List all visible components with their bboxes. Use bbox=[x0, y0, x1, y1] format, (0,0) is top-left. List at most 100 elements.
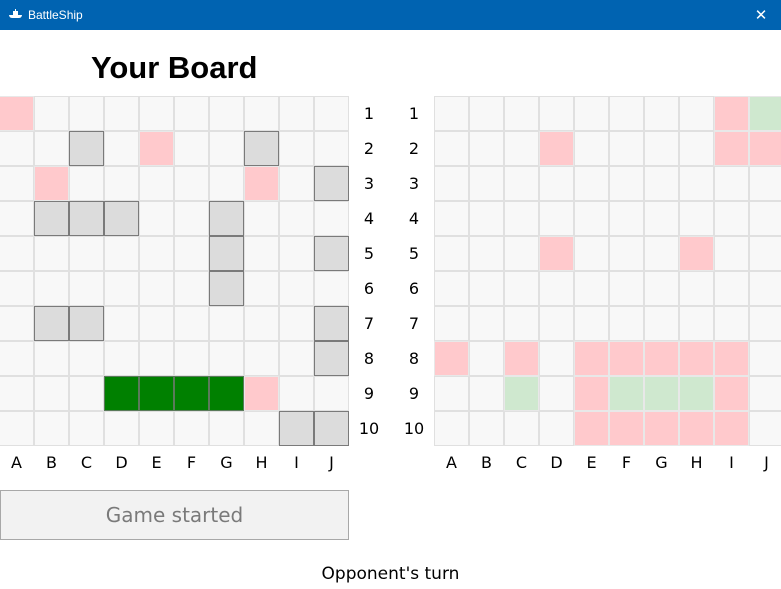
player_board-cell-j1[interactable] bbox=[314, 96, 349, 131]
opponent_board-cell-g5[interactable] bbox=[644, 236, 679, 271]
player_board-cell-e8[interactable] bbox=[139, 341, 174, 376]
opponent_board-cell-j2[interactable] bbox=[749, 131, 781, 166]
player_board-cell-c4[interactable] bbox=[69, 201, 104, 236]
player_board-cell-f10[interactable] bbox=[174, 411, 209, 446]
opponent_board-cell-c2[interactable] bbox=[504, 131, 539, 166]
player_board-cell-b10[interactable] bbox=[34, 411, 69, 446]
player_board-cell-f5[interactable] bbox=[174, 236, 209, 271]
opponent_board-cell-d1[interactable] bbox=[539, 96, 574, 131]
opponent_board-cell-b9[interactable] bbox=[469, 376, 504, 411]
opponent_board-cell-f1[interactable] bbox=[609, 96, 644, 131]
player_board-cell-j8[interactable] bbox=[314, 341, 349, 376]
player_board-cell-i9[interactable] bbox=[279, 376, 314, 411]
player_board-cell-c8[interactable] bbox=[69, 341, 104, 376]
opponent_board-cell-j10[interactable] bbox=[749, 411, 781, 446]
player_board-cell-g10[interactable] bbox=[209, 411, 244, 446]
opponent_board-cell-d9[interactable] bbox=[539, 376, 574, 411]
opponent_board-cell-f7[interactable] bbox=[609, 306, 644, 341]
player_board-cell-d10[interactable] bbox=[104, 411, 139, 446]
player_board-cell-c1[interactable] bbox=[69, 96, 104, 131]
opponent_board-cell-g10[interactable] bbox=[644, 411, 679, 446]
opponent_board-cell-f2[interactable] bbox=[609, 131, 644, 166]
opponent_board-cell-h10[interactable] bbox=[679, 411, 714, 446]
player_board-cell-h10[interactable] bbox=[244, 411, 279, 446]
opponent_board-cell-c8[interactable] bbox=[504, 341, 539, 376]
player_board-cell-e9[interactable] bbox=[139, 376, 174, 411]
opponent_board-cell-c3[interactable] bbox=[504, 166, 539, 201]
opponent_board-cell-j4[interactable] bbox=[749, 201, 781, 236]
player_board-cell-f8[interactable] bbox=[174, 341, 209, 376]
player_board-cell-i2[interactable] bbox=[279, 131, 314, 166]
opponent_board-cell-a1[interactable] bbox=[434, 96, 469, 131]
player_board-cell-g1[interactable] bbox=[209, 96, 244, 131]
opponent_board-cell-a5[interactable] bbox=[434, 236, 469, 271]
player_board-cell-h3[interactable] bbox=[244, 166, 279, 201]
opponent_board-cell-c10[interactable] bbox=[504, 411, 539, 446]
opponent_board-cell-f10[interactable] bbox=[609, 411, 644, 446]
opponent_board-cell-d10[interactable] bbox=[539, 411, 574, 446]
opponent_board-cell-f3[interactable] bbox=[609, 166, 644, 201]
player_board-cell-e3[interactable] bbox=[139, 166, 174, 201]
player_board-cell-h9[interactable] bbox=[244, 376, 279, 411]
opponent_board-cell-g3[interactable] bbox=[644, 166, 679, 201]
opponent_board-cell-i3[interactable] bbox=[714, 166, 749, 201]
opponent_board-cell-j1[interactable] bbox=[749, 96, 781, 131]
opponent_board-cell-e10[interactable] bbox=[574, 411, 609, 446]
player_board-cell-h5[interactable] bbox=[244, 236, 279, 271]
player_board-cell-c3[interactable] bbox=[69, 166, 104, 201]
opponent_board-cell-j7[interactable] bbox=[749, 306, 781, 341]
player_board-cell-b6[interactable] bbox=[34, 271, 69, 306]
player_board-cell-e6[interactable] bbox=[139, 271, 174, 306]
opponent_board-cell-c6[interactable] bbox=[504, 271, 539, 306]
player_board-cell-c10[interactable] bbox=[69, 411, 104, 446]
player_board-cell-j3[interactable] bbox=[314, 166, 349, 201]
opponent_board-cell-i2[interactable] bbox=[714, 131, 749, 166]
opponent_board-cell-b3[interactable] bbox=[469, 166, 504, 201]
opponent_board-cell-j8[interactable] bbox=[749, 341, 781, 376]
opponent_board-cell-g8[interactable] bbox=[644, 341, 679, 376]
player_board-cell-e4[interactable] bbox=[139, 201, 174, 236]
player_board-cell-j2[interactable] bbox=[314, 131, 349, 166]
opponent_board-cell-c7[interactable] bbox=[504, 306, 539, 341]
player_board-cell-h4[interactable] bbox=[244, 201, 279, 236]
opponent_board-cell-f9[interactable] bbox=[609, 376, 644, 411]
opponent_board-cell-j6[interactable] bbox=[749, 271, 781, 306]
opponent_board-cell-a9[interactable] bbox=[434, 376, 469, 411]
player_board-cell-e10[interactable] bbox=[139, 411, 174, 446]
player_board-cell-c7[interactable] bbox=[69, 306, 104, 341]
player_board-cell-j4[interactable] bbox=[314, 201, 349, 236]
player_board-cell-i8[interactable] bbox=[279, 341, 314, 376]
opponent_board-cell-h4[interactable] bbox=[679, 201, 714, 236]
opponent_board-cell-j3[interactable] bbox=[749, 166, 781, 201]
opponent_board-cell-a8[interactable] bbox=[434, 341, 469, 376]
opponent_board-cell-b5[interactable] bbox=[469, 236, 504, 271]
player_board-cell-f6[interactable] bbox=[174, 271, 209, 306]
player_board-cell-h1[interactable] bbox=[244, 96, 279, 131]
player_board-cell-j6[interactable] bbox=[314, 271, 349, 306]
opponent_board-cell-j9[interactable] bbox=[749, 376, 781, 411]
game-status-button[interactable]: Game started bbox=[0, 490, 349, 540]
opponent_board-cell-c4[interactable] bbox=[504, 201, 539, 236]
player_board-cell-a9[interactable] bbox=[0, 376, 34, 411]
player_board-cell-g5[interactable] bbox=[209, 236, 244, 271]
opponent_board-cell-d8[interactable] bbox=[539, 341, 574, 376]
player_board-cell-i1[interactable] bbox=[279, 96, 314, 131]
opponent_board-cell-f6[interactable] bbox=[609, 271, 644, 306]
player_board-cell-a2[interactable] bbox=[0, 131, 34, 166]
opponent_board-cell-c5[interactable] bbox=[504, 236, 539, 271]
player_board-cell-d8[interactable] bbox=[104, 341, 139, 376]
opponent_board-cell-i9[interactable] bbox=[714, 376, 749, 411]
close-icon[interactable]: ✕ bbox=[741, 0, 781, 30]
opponent_board-cell-b10[interactable] bbox=[469, 411, 504, 446]
player_board-cell-e7[interactable] bbox=[139, 306, 174, 341]
opponent_board-cell-e1[interactable] bbox=[574, 96, 609, 131]
player_board-cell-a3[interactable] bbox=[0, 166, 34, 201]
player_board-cell-i3[interactable] bbox=[279, 166, 314, 201]
player_board-cell-e2[interactable] bbox=[139, 131, 174, 166]
opponent_board-cell-h7[interactable] bbox=[679, 306, 714, 341]
opponent_board-cell-h9[interactable] bbox=[679, 376, 714, 411]
opponent_board-cell-b2[interactable] bbox=[469, 131, 504, 166]
opponent_board-cell-i4[interactable] bbox=[714, 201, 749, 236]
opponent_board-cell-e7[interactable] bbox=[574, 306, 609, 341]
opponent_board-cell-i10[interactable] bbox=[714, 411, 749, 446]
